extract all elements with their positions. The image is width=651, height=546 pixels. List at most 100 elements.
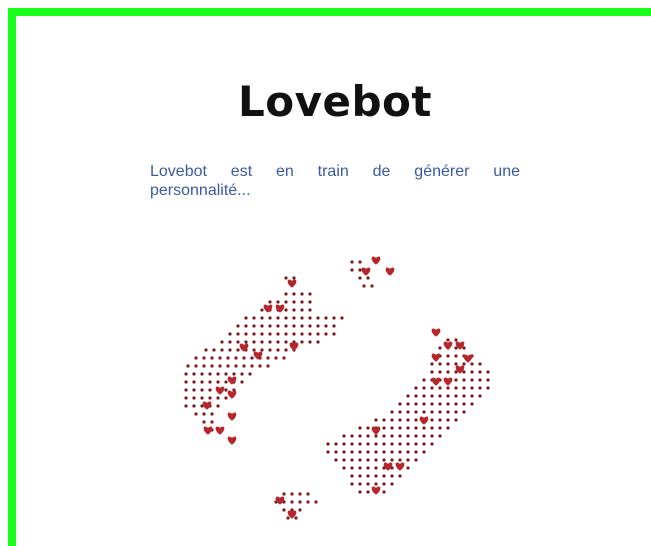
spinner-dot xyxy=(316,324,320,328)
spinner-dot xyxy=(300,316,304,320)
spinner-dot xyxy=(308,332,312,336)
spinner-dot xyxy=(446,354,450,358)
spinner-dot xyxy=(366,276,370,280)
spinner-dot xyxy=(358,482,362,486)
spinner-dot xyxy=(422,386,426,390)
spinner-dot xyxy=(422,402,426,406)
spinner-dot xyxy=(324,332,328,336)
spinner-dot xyxy=(366,434,370,438)
spinner-dot xyxy=(446,362,450,366)
spinner-dot xyxy=(414,394,418,398)
spinner-dot xyxy=(282,356,286,360)
spinner-dot xyxy=(224,388,228,392)
spinner-dot xyxy=(260,324,264,328)
spinner-heart xyxy=(463,354,473,363)
spinner-dot xyxy=(390,474,394,478)
spinner-dot xyxy=(390,434,394,438)
spinner-dot xyxy=(200,396,204,400)
spinner-dot xyxy=(236,348,240,352)
spinner-dot xyxy=(478,386,482,390)
spinner-dot xyxy=(260,348,264,352)
spinner-dot xyxy=(284,292,288,296)
spinner-dot xyxy=(366,458,370,462)
spinner-dot xyxy=(390,410,394,414)
spinner-dot xyxy=(366,482,370,486)
spinner-dot xyxy=(358,458,362,462)
spinner-dot xyxy=(332,316,336,320)
spinner-dot xyxy=(374,466,378,470)
spinner-dot xyxy=(350,442,354,446)
spinner-dot xyxy=(462,378,466,382)
spinner-dot xyxy=(414,458,418,462)
spinner-dot xyxy=(292,316,296,320)
spinner-dot xyxy=(422,410,426,414)
spinner-dot xyxy=(470,362,474,366)
spinner-dot xyxy=(414,386,418,390)
spinner-dot xyxy=(358,466,362,470)
spinner-dot xyxy=(430,418,434,422)
spinner-dot xyxy=(362,284,366,288)
spinner-dot xyxy=(390,442,394,446)
spinner-dot xyxy=(358,426,362,430)
spinner-heart xyxy=(419,416,429,425)
spinner-dot xyxy=(446,426,450,430)
spinner-dot xyxy=(390,450,394,454)
spinner-dot xyxy=(334,450,338,454)
spinner-dot xyxy=(398,442,402,446)
spinner-dot xyxy=(486,370,490,374)
spinner-dot xyxy=(454,338,458,342)
spinner-heart xyxy=(275,496,285,505)
spinner-dot xyxy=(358,442,362,446)
spinner-dot xyxy=(192,396,196,400)
spinner-dot xyxy=(294,516,298,520)
spinner-dot xyxy=(414,434,418,438)
spinner-dot xyxy=(324,316,328,320)
spinner-dot xyxy=(200,372,204,376)
spinner-dot xyxy=(284,276,288,280)
spinner-dot xyxy=(276,332,280,336)
spinner-heart xyxy=(431,328,441,337)
refresh-hearts-icon xyxy=(184,256,490,520)
spinner-dot xyxy=(200,380,204,384)
spinner-dot xyxy=(300,300,304,304)
spinner-dot xyxy=(454,378,458,382)
spinner-dot xyxy=(284,308,288,312)
spinner-heart xyxy=(443,341,453,350)
spinner-dot xyxy=(276,324,280,328)
spinner-dot xyxy=(326,442,330,446)
spinner-dot xyxy=(406,410,410,414)
spinner-dot xyxy=(398,434,402,438)
spinner-dot xyxy=(284,340,288,344)
spinner-dot xyxy=(374,442,378,446)
spinner-dot xyxy=(406,426,410,430)
spinner-dot xyxy=(358,276,362,280)
spinner-dot xyxy=(332,324,336,328)
spinner-dot xyxy=(192,388,196,392)
spinner-dot xyxy=(232,372,236,376)
spinner-dot xyxy=(242,356,246,360)
spinner-dot xyxy=(374,418,378,422)
spinner-dot xyxy=(414,426,418,430)
spinner-heart xyxy=(263,304,273,313)
spinner-dot xyxy=(292,292,296,296)
spinner-dot xyxy=(244,332,248,336)
spinner-dot xyxy=(370,284,374,288)
spinner-dot xyxy=(194,412,198,416)
spinner-dot xyxy=(252,332,256,336)
spinner-dot xyxy=(422,426,426,430)
spinner-dot xyxy=(438,426,442,430)
spinner-dot xyxy=(382,434,386,438)
spinner-dot xyxy=(308,324,312,328)
spinner-dot xyxy=(342,466,346,470)
spinner-dot xyxy=(250,364,254,368)
spinner-dot xyxy=(284,348,288,352)
spinner-dot xyxy=(470,386,474,390)
spinner-dot xyxy=(216,380,220,384)
spinner-dot xyxy=(240,380,244,384)
spinner-dot xyxy=(454,418,458,422)
spinner-dot xyxy=(422,442,426,446)
spinner-dot xyxy=(366,450,370,454)
spinner-dot xyxy=(430,442,434,446)
spinner-dot xyxy=(258,364,262,368)
spinner-dot xyxy=(366,474,370,478)
